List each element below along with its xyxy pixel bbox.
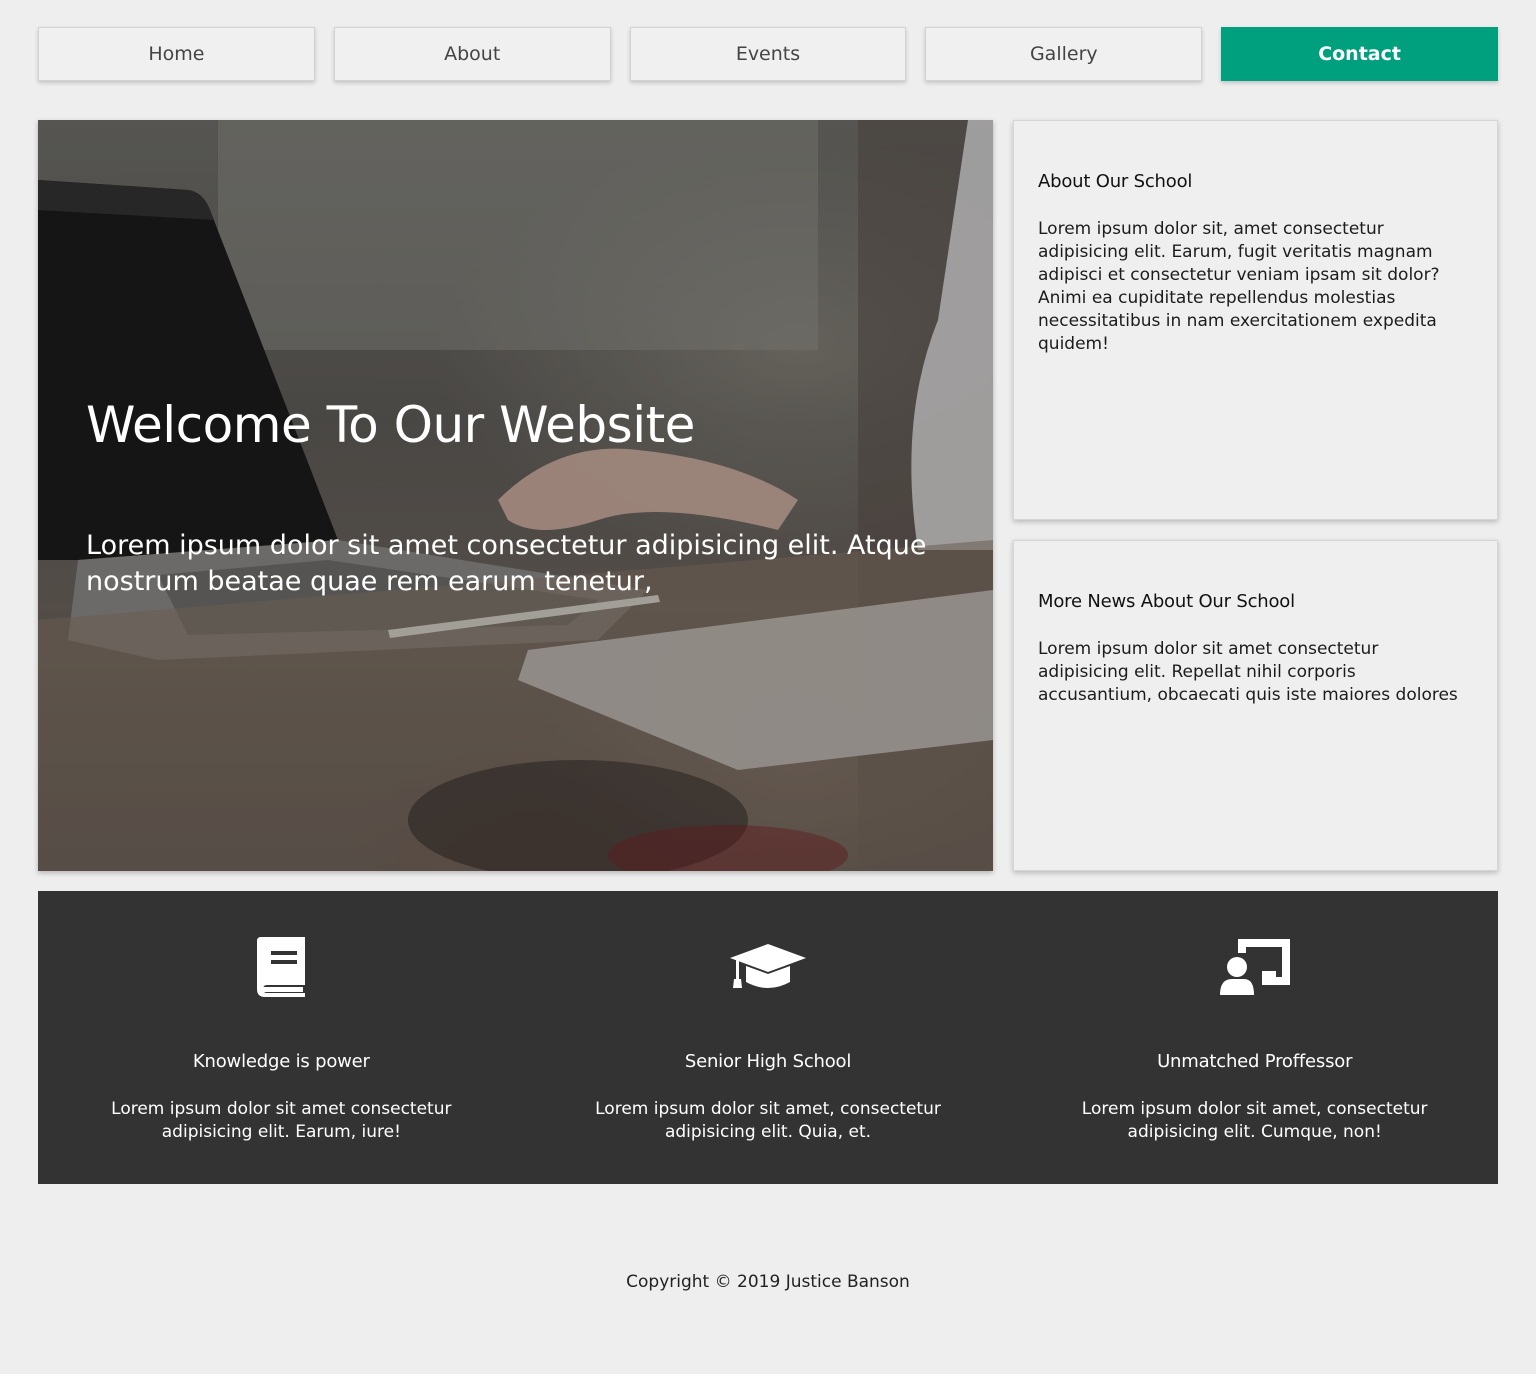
- graduation-cap-icon: [728, 937, 808, 997]
- nav-events-button[interactable]: Events: [629, 27, 907, 81]
- features-band: Knowledge is power Lorem ipsum dolor sit…: [38, 891, 1498, 1184]
- hero-title: Welcome To Our Website: [86, 396, 695, 454]
- footer-copyright: Copyright © 2019 Justice Banson: [626, 1272, 910, 1292]
- feature-knowledge: Knowledge is power Lorem ipsum dolor sit…: [38, 891, 525, 1184]
- feature-title: Unmatched Proffessor: [1157, 1051, 1353, 1072]
- main-nav: Home About Events Gallery Contact: [38, 27, 1498, 81]
- hero-text: Lorem ipsum dolor sit amet consectetur a…: [86, 530, 927, 597]
- feature-text: Lorem ipsum dolor sit amet consectetur a…: [111, 1099, 452, 1142]
- hero-overlay: [38, 120, 993, 871]
- card-text: Lorem ipsum dolor sit amet consectetur a…: [1038, 639, 1458, 705]
- nav-about-button[interactable]: About: [333, 27, 611, 81]
- feature-title: Senior High School: [684, 1051, 852, 1072]
- more-news-card: More News About Our School Lorem ipsum d…: [1013, 540, 1498, 871]
- feature-senior-high: Senior High School Lorem ipsum dolor sit…: [525, 891, 1012, 1184]
- feature-professor: Unmatched Proffessor Lorem ipsum dolor s…: [1011, 891, 1498, 1184]
- card-text: Lorem ipsum dolor sit, amet consectetur …: [1038, 219, 1440, 354]
- feature-title: Knowledge is power: [192, 1051, 370, 1072]
- nav-gallery-button[interactable]: Gallery: [925, 27, 1203, 81]
- nav-home-button[interactable]: Home: [38, 27, 315, 81]
- book-icon: [241, 937, 321, 997]
- nav-contact-button[interactable]: Contact: [1221, 27, 1498, 81]
- about-school-card: About Our School Lorem ipsum dolor sit, …: [1013, 120, 1498, 520]
- card-title: About Our School: [1038, 171, 1193, 192]
- feature-text: Lorem ipsum dolor sit amet, consectetur …: [1081, 1099, 1428, 1142]
- feature-text: Lorem ipsum dolor sit amet, consectetur …: [595, 1099, 941, 1142]
- card-title: More News About Our School: [1038, 591, 1295, 612]
- hero-banner: Welcome To Our Website Lorem ipsum dolor…: [38, 120, 993, 871]
- chalkboard-teacher-icon: [1215, 937, 1295, 997]
